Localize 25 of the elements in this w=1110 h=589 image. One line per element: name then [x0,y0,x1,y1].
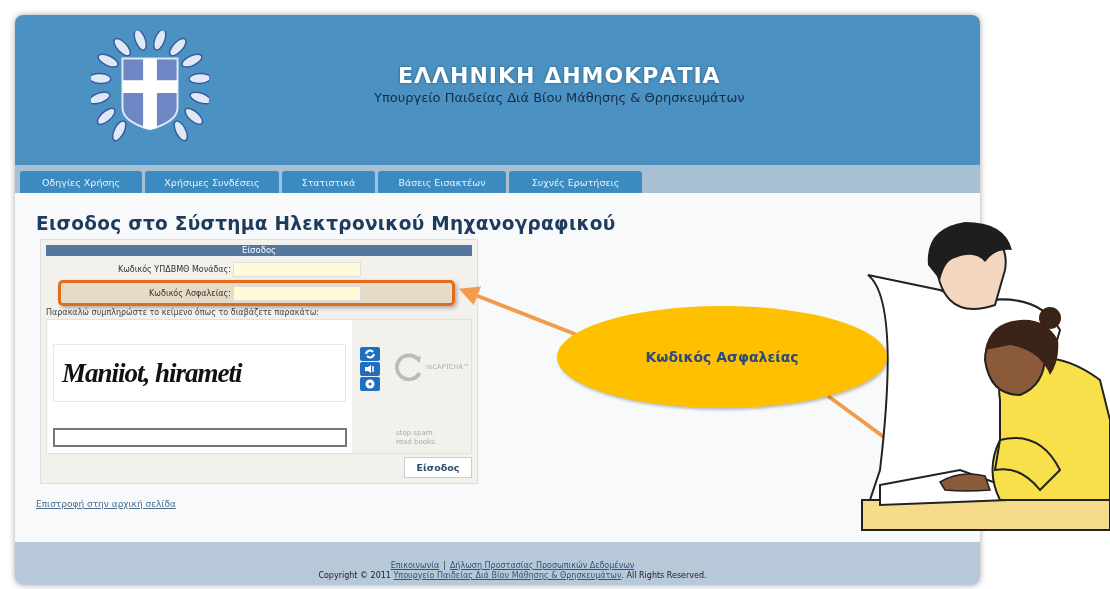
nav-tab[interactable]: Βάσεις Εισακτέων [378,171,506,193]
field-label: Κωδικός ΥΠΔΒΜΘ Μονάδας: [116,265,232,275]
copyright-text: Copyright © 2011 Υπουργείο Παιδείας Διά Βίου Μάθησης & Θρησκευμάτων. All Rights Reserved. [318,571,707,580]
captcha-prompt: Παρακαλώ συμπληρώστε το κείμενο όπως το διαβάζετε παρακάτω: [46,308,321,318]
input-field[interactable] [53,428,347,448]
nav-tab[interactable]: Χρήσιμες Συνδέσεις [145,171,279,193]
ministry-link[interactable]: Υπουργείο Παιδείας Διά Βίου Μάθησης & Θρησκευμάτων [393,571,622,580]
nav-tab[interactable]: Οδηγίες Χρήσης [20,171,142,193]
login-button[interactable]: Είσοδος [404,457,472,478]
refresh-icon[interactable] [360,347,380,362]
site-title: ΕΛΛΗΝΙΚΗ ΔΗΜΟΚΡΑΤΙΑ [397,63,721,88]
ring-arrow-icon [394,352,424,383]
captcha-image: Maniiot, hirameti [53,344,346,403]
home-link[interactable]: Επιστροφή στην αρχική σελίδα [36,499,176,509]
speaker-icon[interactable] [360,362,380,377]
field-label: Κωδικός Ασφαλείας: [148,288,232,298]
footer-link[interactable]: Δήλωση Προστασίας Προσωπικών Δεδομένων [449,561,635,570]
panel-title-bar: Είσοδος [46,245,472,256]
separator: | [443,561,446,570]
footer-link[interactable]: Επικοινωνία [390,561,440,570]
ministry-subtitle: Υπουργείο Παιδείας Διά Βίου Μάθησης & Θρησκευμάτων [374,90,745,105]
nav-tab[interactable]: Στατιστικά [282,171,375,193]
nav-tab[interactable]: Συχνές Ερωτήσεις [509,171,642,193]
page-heading: Εισοδος στο Σύστημα Ηλεκτρονικού Μηχανογραφικού [36,213,617,235]
help-icon[interactable] [360,377,380,392]
